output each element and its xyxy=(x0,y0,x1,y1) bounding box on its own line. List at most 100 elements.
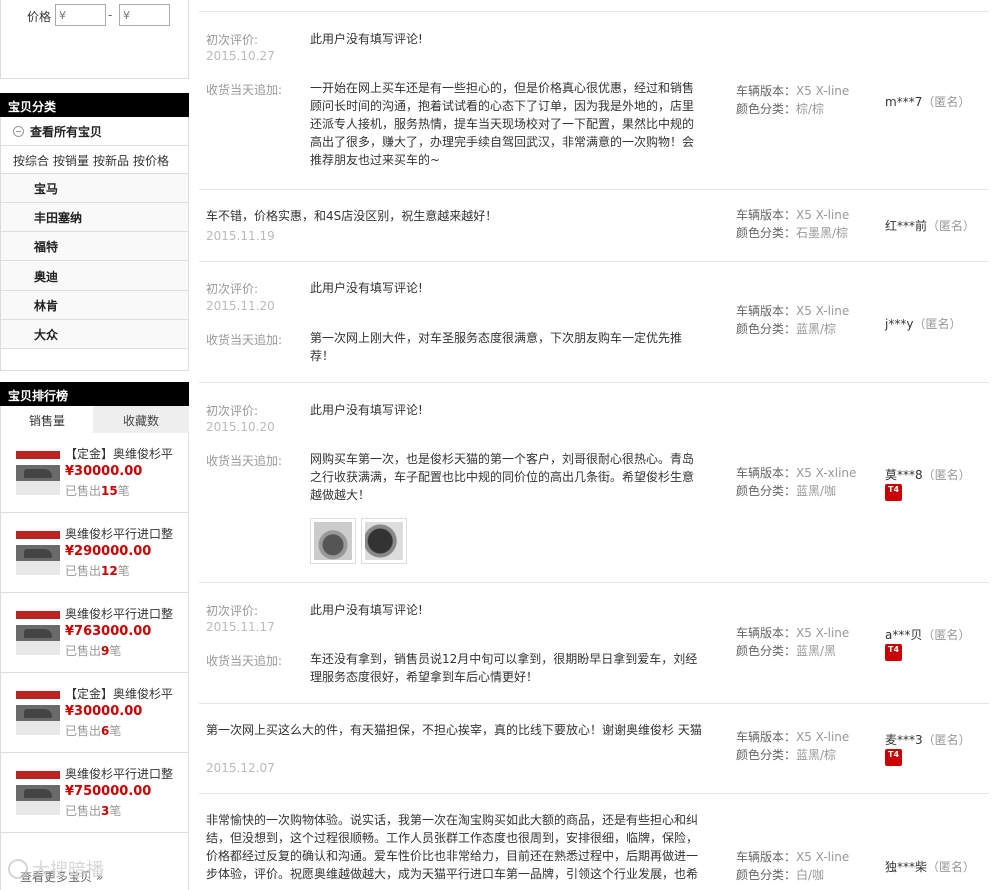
category-item[interactable]: 大众 xyxy=(1,320,188,349)
category-header: 宝贝分类 xyxy=(0,93,189,117)
review-text: 车不错，价格实惠，和4S店没区别，祝生意越来越好！ xyxy=(206,209,498,223)
category-item[interactable]: 丰田塞纳 xyxy=(1,203,188,232)
append-review-text: 网购买车第一次，也是俊杉天猫的第一个客户，刘哥很耐心很热心。青岛之行收获满满，车… xyxy=(310,452,695,502)
reviewer: m***7（匿名） xyxy=(885,95,971,109)
product-thumbnail[interactable] xyxy=(16,611,60,655)
car-version: X5 X-line xyxy=(796,208,850,222)
ranking-item[interactable]: 奥维俊杉平行进口整 ¥290000.00 已售出12笔 xyxy=(1,513,188,593)
min-price-input[interactable] xyxy=(55,4,106,26)
category-item[interactable]: 林肯 xyxy=(1,291,188,320)
car-version: X5 X-line xyxy=(796,730,850,744)
review-item: 初次评价: 此用户没有填写评论! 2015.10.20 收货当天追加: 网购买车… xyxy=(199,383,989,583)
car-version: X5 X-line xyxy=(796,84,850,98)
review-item: 初次评价: 此用户没有填写评论! 2015.11.17 收货当天追加: 车还没有… xyxy=(199,583,989,704)
review-text: 非常愉快的一次购物体验。说实话，我第一次在淘宝购买如此大额的商品，还是有些担心和… xyxy=(206,813,699,881)
review-date: 2015.10.27 xyxy=(206,49,275,63)
shop-sidebar: 价格 - 宝贝分类 查看所有宝贝 按综合按销量按新品按价格 宝马 丰田塞纳 福特… xyxy=(0,0,189,890)
product-thumbnail[interactable] xyxy=(16,771,60,815)
tab-sales[interactable]: 销售量 xyxy=(0,406,93,433)
initial-review-label: 初次评价: xyxy=(206,282,259,296)
ranking-item[interactable]: 奥维俊杉平行进口整 ¥763000.00 已售出9笔 xyxy=(1,593,188,673)
max-price-input[interactable] xyxy=(119,4,170,26)
view-all-items-link[interactable]: 查看所有宝贝 xyxy=(1,117,188,146)
product-sold: 已售出3笔 xyxy=(65,804,122,818)
car-color: 蓝黑/棕 xyxy=(796,748,837,762)
sort-by-overall[interactable]: 按综合 xyxy=(13,154,49,168)
product-sold: 已售出15笔 xyxy=(65,484,130,498)
ranking-item[interactable]: 【定金】奥维俊杉平 ¥30000.00 已售出6笔 xyxy=(1,673,188,753)
review-meta: 车辆版本：X5 X-xline 颜色分类：蓝黑/咖 xyxy=(736,466,857,498)
car-version: X5 X-xline xyxy=(796,466,857,480)
review-date: 2015.11.20 xyxy=(206,299,275,313)
product-sold: 已售出9笔 xyxy=(65,644,122,658)
product-thumbnail[interactable] xyxy=(16,531,60,575)
product-price: ¥750000.00 xyxy=(65,784,152,799)
car-version: X5 X-line xyxy=(796,304,850,318)
review-date: 2015.11.19 xyxy=(206,229,275,243)
product-title[interactable]: 奥维俊杉平行进口整 xyxy=(65,765,185,782)
initial-review-text: 此用户没有填写评论! xyxy=(310,281,423,295)
review-list: 初次评价: 此用户没有填写评论! 2015.10.27 收货当天追加: 一开始在… xyxy=(199,0,989,890)
sort-by-new[interactable]: 按新品 xyxy=(93,154,129,168)
product-price: ¥30000.00 xyxy=(65,464,143,479)
reviewer: 独***柴（匿名） xyxy=(885,860,976,874)
tmall-level-badge: T4 xyxy=(885,644,902,661)
review-meta: 车辆版本：X5 X-line 颜色分类：白/咖 xyxy=(736,850,850,882)
review-meta: 车辆版本：X5 X-line 颜色分类：蓝黑/黑 xyxy=(736,626,850,658)
car-color: 白/咖 xyxy=(796,868,825,882)
review-date: 2015.12.07 xyxy=(206,761,275,775)
review-item: 非常愉快的一次购物体验。说实话，我第一次在淘宝购买如此大额的商品，还是有些担心和… xyxy=(199,794,989,890)
initial-review-label: 初次评价: xyxy=(206,604,259,618)
review-meta: 车辆版本：X5 X-line 颜色分类：石墨黑/棕 xyxy=(736,208,850,240)
product-title[interactable]: 奥维俊杉平行进口整 xyxy=(65,525,185,542)
product-title[interactable]: 【定金】奥维俊杉平 xyxy=(65,685,185,702)
reviewer: 红***前（匿名） xyxy=(885,219,976,233)
category-list: 查看所有宝贝 按综合 按销量 按新品 按价格 宝马 丰田塞纳 福特 奥迪 林肯 大众 xyxy=(0,117,189,371)
car-color: 棕/棕 xyxy=(796,102,825,116)
category-item[interactable]: 福特 xyxy=(1,232,188,261)
review-photo[interactable] xyxy=(361,518,407,564)
tab-favorites[interactable]: 收藏数 xyxy=(93,406,189,433)
car-color: 石墨黑/棕 xyxy=(796,226,849,240)
product-sold: 已售出6笔 xyxy=(65,724,122,738)
review-item: 初次评价: 此用户没有填写评论! 2015.10.27 收货当天追加: 一开始在… xyxy=(199,12,989,190)
product-title[interactable]: 奥维俊杉平行进口整 xyxy=(65,605,185,622)
sort-by-sales[interactable]: 按销量 xyxy=(53,154,89,168)
initial-review-text: 此用户没有填写评论! xyxy=(310,403,423,417)
view-all-label: 查看所有宝贝 xyxy=(30,125,103,139)
product-price: ¥290000.00 xyxy=(65,544,152,559)
review-meta: 车辆版本：X5 X-line 颜色分类：蓝黑/棕 xyxy=(736,304,850,336)
append-review-label: 收货当天追加: xyxy=(206,333,283,347)
append-review-label: 收货当天追加: xyxy=(206,83,283,97)
review-meta: 车辆版本：X5 X-line 颜色分类：棕/棕 xyxy=(736,84,850,116)
car-color: 蓝黑/咖 xyxy=(796,484,837,498)
product-sold: 已售出12笔 xyxy=(65,564,130,578)
review-item: 初次评价: 此用户没有填写评论! 2015.11.20 收货当天追加: 第一次网… xyxy=(199,262,989,383)
append-review-text: 一开始在网上买车还是有一些担心的，但是价格真心很优惠，经过和销售顾问长时间的沟通… xyxy=(310,81,695,167)
product-title[interactable]: 【定金】奥维俊杉平 xyxy=(65,445,185,462)
collapse-icon[interactable] xyxy=(13,126,24,137)
append-review-text: 车还没有拿到，销售员说12月中旬可以拿到，很期盼早日拿到爱车，刘经理服务态度很好… xyxy=(310,652,698,684)
product-thumbnail[interactable] xyxy=(16,691,60,735)
ranking-item[interactable]: 【定金】奥维俊杉平 ¥30000.00 已售出15笔 xyxy=(1,433,188,513)
review-text: 第一次网上买这么大的件，有天猫担保，不担心挨宰，真的比线下要放心！谢谢奥维俊杉 … xyxy=(206,723,702,737)
product-price: ¥763000.00 xyxy=(65,624,152,639)
ranking-list: 【定金】奥维俊杉平 ¥30000.00 已售出15笔 奥维俊杉平行进口整 ¥29… xyxy=(0,433,189,890)
review-item: 车不错，价格实惠，和4S店没区别，祝生意越来越好！ 2015.11.19 车辆版… xyxy=(199,190,989,262)
price-separator: - xyxy=(108,8,113,22)
category-item[interactable]: 宝马 xyxy=(1,174,188,203)
review-date: 2015.11.17 xyxy=(206,620,275,634)
sort-options: 按综合 按销量 按新品 按价格 xyxy=(1,146,188,174)
sort-by-price[interactable]: 按价格 xyxy=(133,154,169,168)
reviewer: j***y（匿名） xyxy=(885,317,962,331)
review-photos xyxy=(310,518,412,564)
category-item[interactable]: 奥迪 xyxy=(1,262,188,291)
product-thumbnail[interactable] xyxy=(16,451,60,495)
review-item: 第一次网上买这么大的件，有天猫担保，不担心挨宰，真的比线下要放心！谢谢奥维俊杉 … xyxy=(199,704,989,794)
ranking-item[interactable]: 奥维俊杉平行进口整 ¥750000.00 已售出3笔 xyxy=(1,753,188,833)
reviewer: a***贝（匿名） xyxy=(885,628,971,642)
review-date: 2015.10.20 xyxy=(206,420,275,434)
initial-review-label: 初次评价: xyxy=(206,33,259,47)
tmall-level-badge: T4 xyxy=(885,484,902,501)
review-photo[interactable] xyxy=(310,518,356,564)
